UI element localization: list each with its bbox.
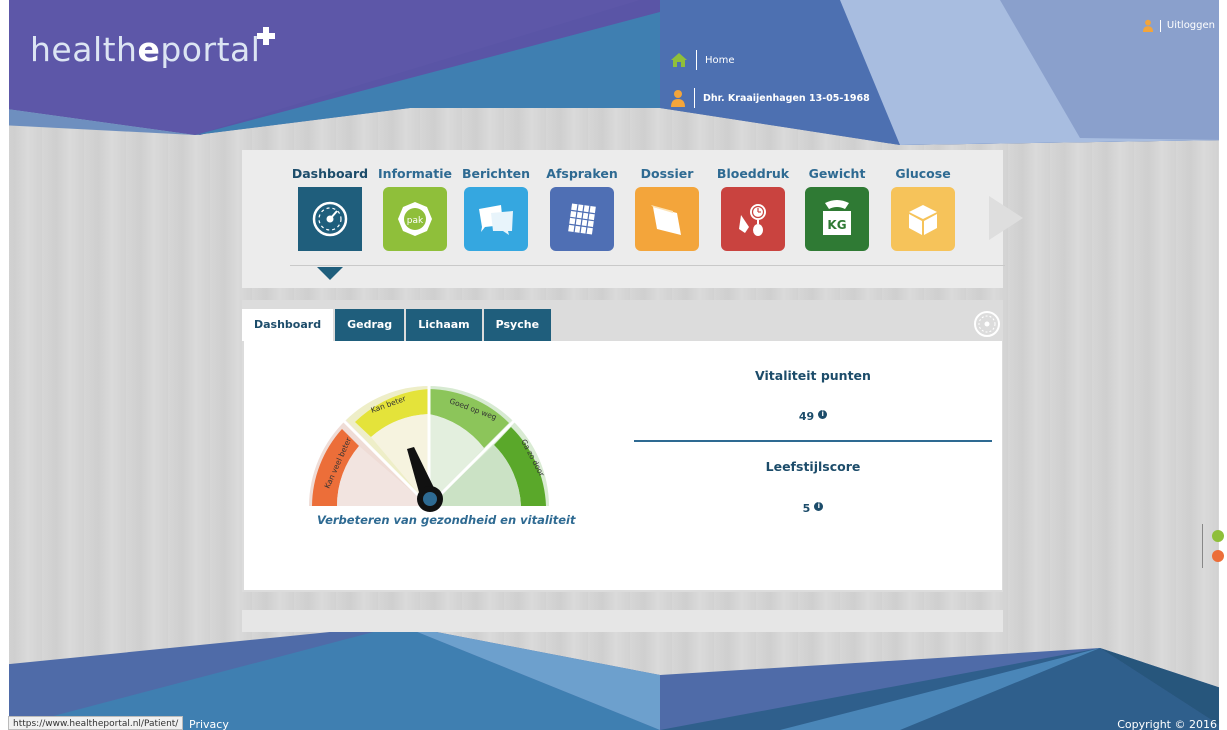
next-arrow-icon[interactable] bbox=[989, 196, 1023, 240]
user-icon bbox=[1142, 19, 1153, 32]
gauge-caption: Verbeteren van gezondheid en vitaliteit bbox=[317, 513, 576, 527]
logout-link[interactable]: Uitloggen bbox=[1142, 19, 1215, 32]
vitality-title: Vitaliteit punten bbox=[755, 368, 871, 383]
svg-text:KG: KG bbox=[827, 218, 846, 232]
info-icon[interactable]: i bbox=[818, 410, 828, 419]
svg-text:pak: pak bbox=[407, 216, 424, 226]
side-green-icon[interactable] bbox=[1212, 530, 1224, 542]
pak-icon: pak bbox=[398, 202, 432, 236]
home-link[interactable]: Home bbox=[670, 50, 735, 70]
messages-icon bbox=[479, 205, 513, 235]
menu-item-afspraken[interactable]: Afspraken bbox=[537, 166, 627, 251]
box-icon bbox=[909, 205, 937, 235]
menu-tile: KG bbox=[805, 187, 869, 251]
main-menu: Dashboard Informatie pak Berichten Afspr… bbox=[242, 150, 1023, 288]
calendar-icon bbox=[568, 203, 596, 235]
menu-item-dashboard[interactable]: Dashboard bbox=[285, 166, 375, 280]
menu-tile bbox=[298, 187, 362, 251]
menu-item-informatie[interactable]: Informatie pak bbox=[370, 166, 460, 251]
status-url: https://www.healtheportal.nl/Patient/ bbox=[8, 716, 184, 730]
menu-item-glucose[interactable]: Glucose bbox=[878, 166, 968, 251]
privacy-link[interactable]: Privacy bbox=[189, 718, 229, 730]
vitality-value: 49 i bbox=[634, 410, 992, 423]
lifestyle-number: 5 bbox=[802, 502, 811, 515]
menu-divider bbox=[290, 265, 1005, 266]
menu-tile bbox=[464, 187, 528, 251]
vitality-gauge: Kan veel beter Kan beter Goed op weg Ga … bbox=[309, 383, 549, 512]
lower-panel bbox=[242, 610, 1003, 632]
tab-psyche[interactable]: Psyche bbox=[483, 309, 552, 341]
menu-label: Glucose bbox=[895, 166, 951, 181]
logout-label: Uitloggen bbox=[1166, 20, 1215, 31]
speedometer-icon bbox=[312, 201, 348, 237]
lifestyle-title: Leefstijlscore bbox=[765, 459, 861, 474]
menu-label: Dashboard bbox=[291, 166, 369, 181]
dashboard-card: Kan veel beter Kan beter Goed op weg Ga … bbox=[244, 341, 1002, 590]
dashboard-panel: Dashboard Gedrag Lichaam Psyche Kan veel… bbox=[242, 300, 1003, 592]
stats-divider bbox=[634, 440, 992, 442]
home-icon bbox=[671, 53, 687, 67]
menu-label: Gewicht bbox=[808, 166, 866, 181]
logout-separator bbox=[1159, 19, 1161, 32]
menu-label: Informatie bbox=[378, 166, 452, 181]
home-separator bbox=[696, 50, 697, 70]
patient-label: Dhr. Kraaijenhagen 13-05-1968 bbox=[703, 92, 870, 104]
logo-bold: e bbox=[137, 30, 161, 69]
menu-tile bbox=[721, 187, 785, 251]
menu-label: Bloeddruk bbox=[716, 166, 790, 181]
right-edge bbox=[1219, 0, 1227, 730]
blood-pressure-icon bbox=[739, 204, 766, 236]
lifestyle-value: 5i bbox=[634, 502, 992, 515]
menu-tile bbox=[891, 187, 955, 251]
copyright: Copyright © 2016 bbox=[1117, 718, 1217, 730]
menu-tile bbox=[550, 187, 614, 251]
scale-icon: KG bbox=[823, 200, 851, 235]
menu-item-bloeddruk[interactable]: Bloeddruk bbox=[708, 166, 798, 251]
home-label: Home bbox=[705, 54, 735, 66]
healtheportal-logo[interactable]: healtheportal bbox=[30, 30, 260, 69]
left-edge bbox=[0, 0, 9, 730]
logo-suffix: portal bbox=[160, 30, 261, 69]
active-indicator bbox=[317, 267, 343, 280]
tab-bar: Dashboard Gedrag Lichaam Psyche bbox=[242, 309, 553, 341]
menu-item-dossier[interactable]: Dossier bbox=[622, 166, 712, 251]
menu-item-gewicht[interactable]: Gewicht KG bbox=[792, 166, 882, 251]
folder-icon bbox=[651, 205, 681, 235]
logo-prefix: health bbox=[30, 30, 138, 69]
patient-separator bbox=[694, 88, 695, 108]
speedometer-icon[interactable] bbox=[973, 310, 1001, 338]
page: healtheportal Home Dhr. Kraaijenhagen 13… bbox=[0, 0, 1227, 730]
info-icon[interactable]: i bbox=[814, 502, 824, 511]
menu-label: Afspraken bbox=[546, 166, 618, 181]
user-icon bbox=[671, 90, 685, 107]
menu-label: Dossier bbox=[640, 166, 694, 181]
vitality-number: 49 bbox=[798, 410, 815, 423]
menu-tile: pak bbox=[383, 187, 447, 251]
menu-item-berichten[interactable]: Berichten bbox=[451, 166, 541, 251]
tab-dashboard[interactable]: Dashboard bbox=[242, 309, 334, 341]
menu-tile bbox=[635, 187, 699, 251]
menu-label: Berichten bbox=[461, 166, 531, 181]
tab-lichaam[interactable]: Lichaam bbox=[406, 309, 482, 341]
side-widget-bar bbox=[1202, 524, 1203, 568]
logo-plus-icon bbox=[257, 27, 275, 45]
tab-gedrag[interactable]: Gedrag bbox=[335, 309, 405, 341]
patient-link[interactable]: Dhr. Kraaijenhagen 13-05-1968 bbox=[670, 88, 870, 108]
side-orange-icon[interactable] bbox=[1212, 550, 1224, 562]
